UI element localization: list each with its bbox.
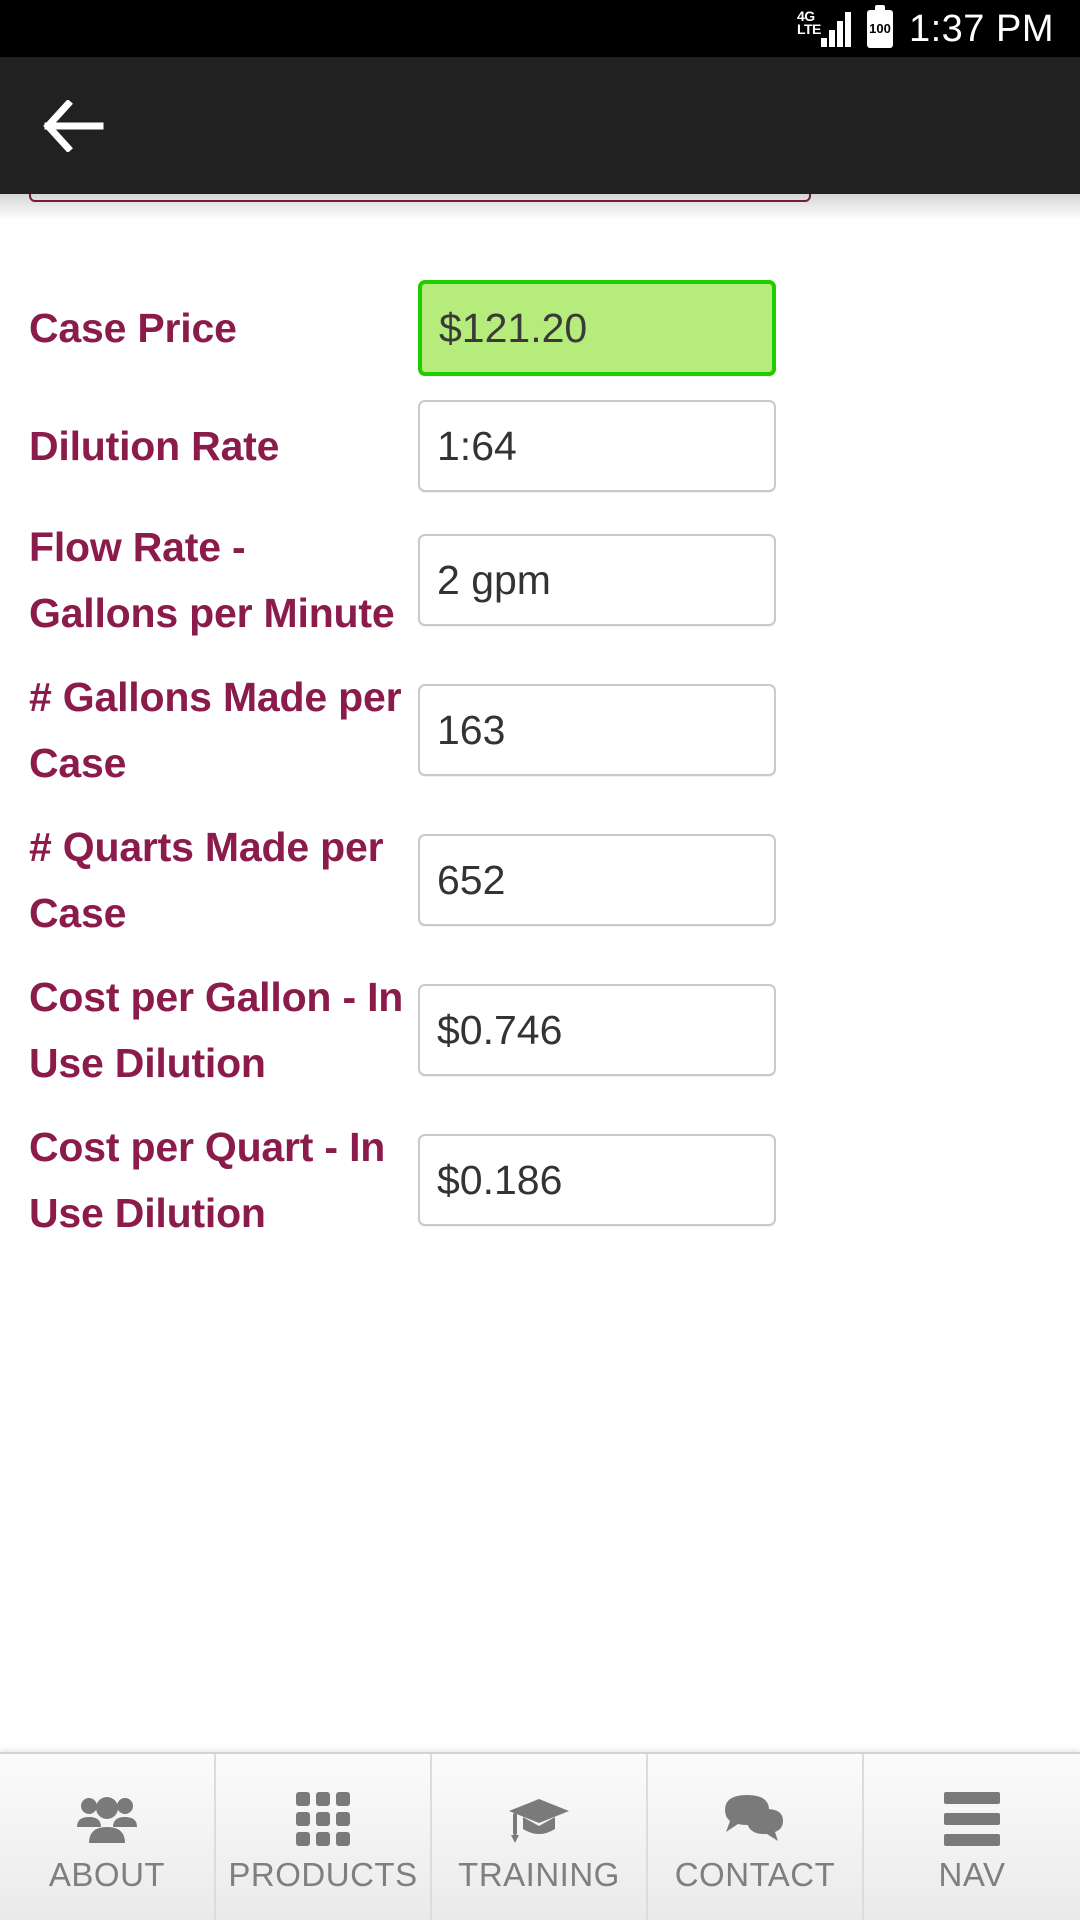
flow-rate-input[interactable]: 2 gpm xyxy=(418,534,776,626)
form-row: Cost per Gallon - In Use Dilution $0.746 xyxy=(0,964,1080,1096)
status-bar: 4G LTE 100 1:37 PM xyxy=(0,0,1080,57)
tab-about[interactable]: ABOUT xyxy=(0,1754,216,1920)
quarts-made-per-case-input[interactable]: 652 xyxy=(418,834,776,926)
field-container: $0.746 xyxy=(418,984,1080,1076)
status-bar-indicators: 4G LTE 100 1:37 PM xyxy=(797,4,1054,50)
tab-contact[interactable]: CONTACT xyxy=(648,1754,864,1920)
field-value: 652 xyxy=(437,856,506,903)
field-container: $0.186 xyxy=(418,1134,1080,1226)
field-label: Cost per Quart - In Use Dilution xyxy=(29,1124,386,1236)
network-type-line2: LTE xyxy=(796,20,821,37)
cost-per-gallon-input[interactable]: $0.746 xyxy=(418,984,776,1076)
case-price-input[interactable]: $121.20 xyxy=(418,280,776,376)
back-button[interactable] xyxy=(42,87,120,165)
app-header xyxy=(0,57,1080,194)
graduation-cap-icon xyxy=(507,1790,571,1848)
field-label: Case Price xyxy=(29,305,237,351)
field-value: $0.746 xyxy=(437,1006,563,1053)
field-container: 2 gpm xyxy=(418,534,1080,626)
chat-bubbles-icon xyxy=(723,1790,787,1848)
grid-icon xyxy=(296,1790,350,1848)
hamburger-menu-icon xyxy=(944,1790,1000,1848)
signal-strength-icon: 4G LTE xyxy=(797,9,851,49)
signal-bars xyxy=(820,9,851,47)
field-container: 1:64 xyxy=(418,400,1080,492)
status-bar-clock: 1:37 PM xyxy=(908,7,1054,50)
battery-icon: 100 xyxy=(866,4,893,48)
field-label: Flow Rate - Gallons per Minute xyxy=(29,524,395,636)
field-value: 1:64 xyxy=(437,422,517,469)
field-label: # Gallons Made per Case xyxy=(29,674,402,786)
tab-label: ABOUT xyxy=(48,1855,166,1893)
field-container: 163 xyxy=(418,684,1080,776)
form-row: Flow Rate - Gallons per Minute 2 gpm xyxy=(0,514,1080,646)
battery-level-label: 100 xyxy=(869,21,891,36)
arrow-left-icon xyxy=(42,99,108,152)
clipped-field-above[interactable] xyxy=(29,194,811,202)
field-value: $121.20 xyxy=(439,304,588,351)
field-label: # Quarts Made per Case xyxy=(29,824,384,936)
network-type-label: 4G LTE xyxy=(796,9,821,37)
form-scroll-area[interactable]: Case Price $121.20 Dilution Rate 1:64 Fl… xyxy=(0,194,1080,1752)
field-value: 2 gpm xyxy=(437,556,551,603)
tab-nav[interactable]: NAV xyxy=(864,1754,1080,1920)
form-row: Case Price $121.20 xyxy=(0,278,1080,378)
form-row: # Gallons Made per Case 163 xyxy=(0,664,1080,796)
tab-label: TRAINING xyxy=(458,1855,620,1893)
cost-per-quart-input[interactable]: $0.186 xyxy=(418,1134,776,1226)
bottom-tab-bar: ABOUT PRODUCTS TRAINING CONTACT NAV xyxy=(0,1752,1080,1920)
field-label: Dilution Rate xyxy=(29,423,280,469)
dilution-rate-input[interactable]: 1:64 xyxy=(418,400,776,492)
gallons-made-per-case-input[interactable]: 163 xyxy=(418,684,776,776)
tab-training[interactable]: TRAINING xyxy=(432,1754,648,1920)
field-label: Cost per Gallon - In Use Dilution xyxy=(29,974,404,1086)
field-container: $121.20 xyxy=(418,280,1080,376)
tab-label: NAV xyxy=(938,1855,1006,1893)
field-container: 652 xyxy=(418,834,1080,926)
people-icon xyxy=(75,1790,139,1848)
tab-label: CONTACT xyxy=(674,1855,836,1893)
app-screen: 4G LTE 100 1:37 PM Case Price $121.20 Di… xyxy=(0,0,1080,1920)
field-value: $0.186 xyxy=(437,1156,563,1203)
tab-label: PRODUCTS xyxy=(228,1855,418,1893)
form-row: # Quarts Made per Case 652 xyxy=(0,814,1080,946)
form-row: Dilution Rate 1:64 xyxy=(0,396,1080,496)
field-value: 163 xyxy=(437,706,506,753)
form-row: Cost per Quart - In Use Dilution $0.186 xyxy=(0,1114,1080,1246)
tab-products[interactable]: PRODUCTS xyxy=(216,1754,432,1920)
calculator-form: Case Price $121.20 Dilution Rate 1:64 Fl… xyxy=(0,194,1080,1246)
